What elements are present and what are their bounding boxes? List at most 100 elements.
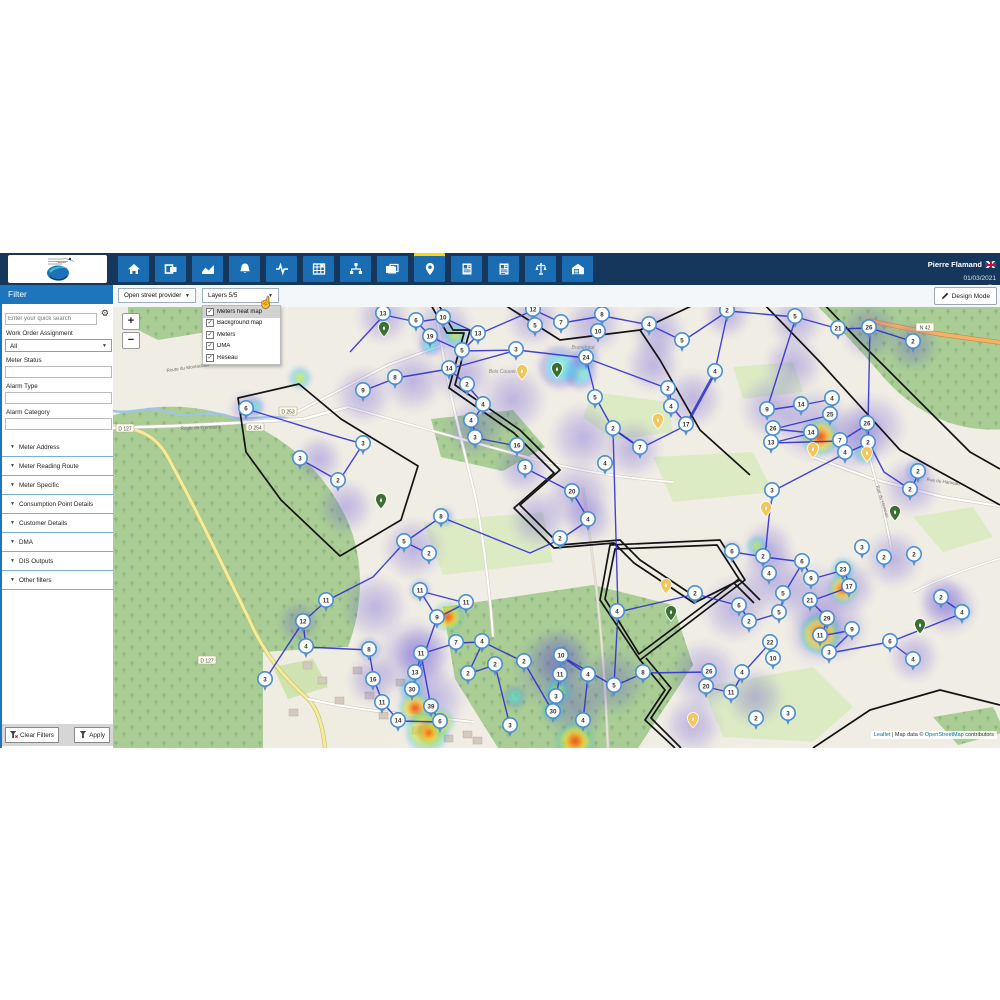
marker-count: 10 — [770, 655, 777, 662]
marker-count: 2 — [466, 670, 470, 677]
toolbar-balance-button[interactable] — [525, 256, 556, 282]
layer-label: Meters heat map — [217, 309, 262, 315]
checkbox-checked-icon[interactable]: ✓ — [206, 354, 214, 362]
sidebar-section-meter-specific[interactable]: ▼Meter Specific — [2, 476, 113, 495]
toolbar-planning-grid-button[interactable] — [303, 256, 334, 282]
osm-link[interactable]: OpenStreetMap — [925, 732, 964, 738]
marker-count: 24 — [583, 354, 590, 361]
marker-count: 2 — [866, 439, 870, 446]
marker-count: 23 — [840, 566, 847, 573]
marker-count: 2 — [911, 338, 915, 345]
map-canvas[interactable]: Route du MontaubanRoute de FremaurieRue … — [113, 307, 1000, 748]
map-attribution: Leaflet | Map data © OpenStreetMap contr… — [871, 731, 997, 739]
marker-count: 4 — [469, 417, 473, 424]
layer-toggle-background-map[interactable]: ✓Background map — [203, 318, 280, 330]
alarm-category-input[interactable] — [5, 418, 112, 430]
work-order-assignment-select[interactable]: All ▼ — [5, 339, 112, 352]
app-header: Pierre Flamand 01/03/2021 ? ⚙▾ — [0, 253, 1000, 285]
marker-count: 6 — [438, 718, 442, 725]
checkbox-checked-icon[interactable]: ✓ — [206, 319, 214, 327]
marker-count: 5 — [680, 337, 684, 344]
apply-filters-button[interactable]: Apply — [74, 727, 110, 743]
marker-count: 3 — [860, 544, 864, 551]
marker-count: 2 — [908, 486, 912, 493]
toolbar-map-button[interactable] — [414, 256, 445, 282]
marker-count: 5 — [533, 322, 537, 329]
marker-count: 3 — [786, 710, 790, 717]
sidebar-section-other-filters[interactable]: ▼Other filters — [2, 571, 113, 590]
triangle-down-icon: ▼ — [10, 444, 15, 450]
zoom-in-button[interactable]: + — [122, 313, 140, 330]
sidebar-section-consumption-point-details[interactable]: ▼Consumption Point Details — [2, 495, 113, 514]
marker-count: 12 — [300, 618, 307, 625]
marker-count: 2 — [725, 307, 729, 314]
toolbar-hierarchy-button[interactable] — [340, 256, 371, 282]
building — [303, 662, 312, 669]
sidebar-section-dis-outputs[interactable]: ▼DIS Outputs — [2, 552, 113, 571]
triangle-down-icon: ▼ — [10, 501, 15, 507]
layer-toggle-dma[interactable]: ✓DMA — [203, 341, 280, 353]
toolbar-home-button[interactable] — [118, 256, 149, 282]
toolbar-warehouse-button[interactable] — [562, 256, 593, 282]
marker-count: 17 — [846, 583, 853, 590]
marker-count: 4 — [581, 717, 585, 724]
marker-count: 9 — [765, 406, 769, 413]
alarm-type-input[interactable] — [5, 392, 112, 404]
marker-count: 11 — [417, 587, 424, 594]
marker-count: 4 — [586, 671, 590, 678]
marker-count: 19 — [427, 333, 434, 340]
clear-filters-button[interactable]: Clear Filters — [5, 727, 59, 743]
sidebar-section-customer-details[interactable]: ▼Customer Details — [2, 514, 113, 533]
toolbar-alarms-button[interactable] — [229, 256, 260, 282]
toolbar-activity-button[interactable] — [266, 256, 297, 282]
sidebar-section-dma[interactable]: ▼DMA — [2, 533, 113, 552]
quick-search-input[interactable] — [5, 313, 97, 325]
marker-count: 4 — [615, 608, 619, 615]
marker-count: 6 — [737, 602, 741, 609]
marker-count: 3 — [827, 649, 831, 656]
leaflet-link[interactable]: Leaflet — [874, 732, 891, 738]
sidebar-section-meter-address[interactable]: ▼Meter Address — [2, 438, 113, 457]
marker-count: 3 — [514, 346, 518, 353]
checkbox-checked-icon[interactable]: ✓ — [206, 342, 214, 350]
checkbox-checked-icon[interactable]: ✓ — [206, 331, 214, 339]
marker-count: 2 — [465, 381, 469, 388]
chevron-down-icon: ▼ — [185, 289, 190, 303]
design-mode-button[interactable]: Design Mode — [934, 287, 997, 305]
marker-count: 14 — [395, 717, 402, 724]
checkbox-checked-icon[interactable]: ✓ — [206, 308, 214, 316]
building — [379, 712, 388, 719]
toolbar-report-c-button[interactable] — [488, 256, 519, 282]
marker-count: 10 — [440, 314, 447, 321]
marker-count: 8 — [439, 513, 443, 520]
toolbar-screens-button[interactable] — [155, 256, 186, 282]
design-mode-label: Design Mode — [952, 293, 990, 300]
marker-count: 4 — [843, 449, 847, 456]
layer-toggle-meters[interactable]: ✓Meters — [203, 329, 280, 341]
meter-status-input[interactable] — [5, 366, 112, 378]
marker-count: 11 — [323, 597, 330, 604]
marker-count: 21 — [807, 597, 814, 604]
zoom-out-button[interactable]: − — [122, 332, 140, 349]
toolbar-report-a-button[interactable] — [451, 256, 482, 282]
pencil-icon — [941, 292, 949, 300]
marker-count: 14 — [446, 365, 453, 372]
marker-count: 2 — [427, 550, 431, 557]
sidebar-section-meter-reading-route[interactable]: ▼Meter Reading Route — [2, 457, 113, 476]
marker-count: 2 — [336, 477, 340, 484]
toolbar-documents-button[interactable] — [377, 256, 408, 282]
marker-count: 2 — [747, 618, 751, 625]
marker-count: 10 — [558, 652, 565, 659]
filter-panel-title: Filter — [2, 285, 113, 304]
marker-count: 9 — [361, 387, 365, 394]
marker-count: 11 — [728, 689, 735, 696]
map-provider-select[interactable]: Open street provider ▼ — [118, 288, 196, 303]
search-settings-gear-icon[interactable]: ⚙ — [101, 308, 109, 319]
marker-count: 13 — [475, 330, 482, 337]
marker-count: 4 — [304, 643, 308, 650]
marker-count: 26 — [770, 425, 777, 432]
layer-toggle-reseau[interactable]: ✓Reseau — [203, 352, 280, 364]
screenshot-canvas: Pierre Flamand 01/03/2021 ? ⚙▾ Filter ⚙ … — [0, 0, 1000, 1000]
toolbar-trends-button[interactable] — [192, 256, 223, 282]
marker-count: 5 — [777, 609, 781, 616]
